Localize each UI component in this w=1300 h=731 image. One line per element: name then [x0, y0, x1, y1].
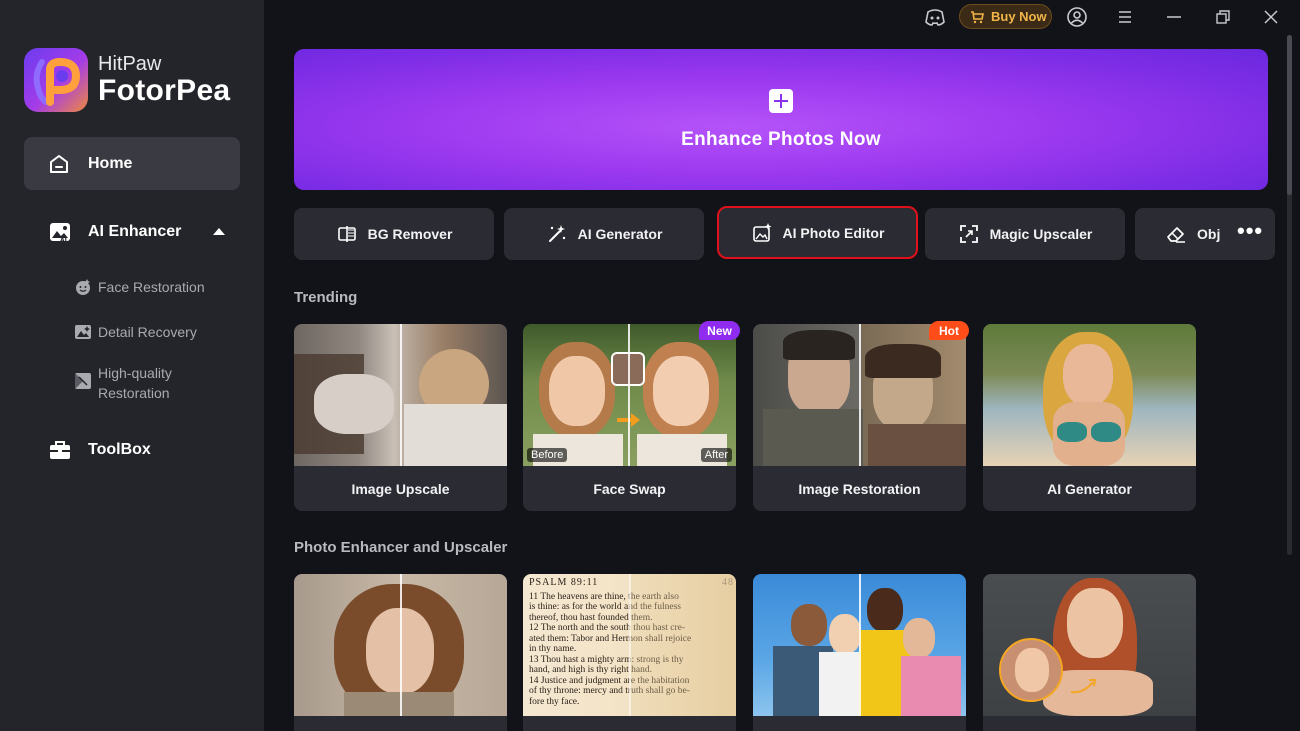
sub-item-label: Detail Recovery — [98, 324, 197, 340]
hero-title: Enhance Photos Now — [681, 128, 881, 150]
tool-label: AI Photo Editor — [782, 224, 885, 241]
sub-item-label-line1: High-quality — [98, 365, 172, 381]
face-swap-thumbnail: Before After — [523, 324, 736, 466]
hot-badge: Hot — [929, 321, 969, 340]
close-icon[interactable] — [1260, 6, 1282, 28]
ai-image-icon: AI — [50, 223, 70, 244]
sub-item-detail-recovery[interactable]: Detail Recovery — [74, 322, 197, 342]
tool-label: Obj — [1197, 226, 1221, 242]
card-image-restoration[interactable]: Image Restoration — [753, 324, 966, 511]
brand-line1: HitPaw — [98, 53, 162, 75]
nav-toolbox-label: ToolBox — [88, 441, 151, 458]
tool-magic-upscaler[interactable]: Magic Upscaler — [925, 208, 1125, 260]
card-image-upscale[interactable]: Image Upscale — [294, 324, 507, 511]
image-upscale-thumbnail — [294, 324, 507, 466]
bg-remover-icon — [337, 226, 356, 242]
restore-icon[interactable] — [1212, 6, 1234, 28]
add-plus-icon — [769, 88, 793, 113]
title-bar — [264, 0, 1300, 33]
nav-home[interactable]: Home — [24, 137, 240, 190]
section-title-photo-enhancer: Photo Enhancer and Upscaler — [294, 539, 508, 556]
svg-text:AI: AI — [60, 237, 67, 244]
discord-icon[interactable] — [924, 6, 946, 28]
sidebar: HitPaw FotorPea Home AI AI Enhancer Face… — [0, 0, 264, 731]
card-face-swap[interactable]: Before After Face Swap — [523, 324, 736, 511]
nav-ai-enhancer[interactable]: AI AI Enhancer — [48, 220, 181, 244]
sub-item-label: Face Restoration — [98, 279, 205, 295]
card-label: Face Swap — [593, 480, 666, 497]
nav-ai-enhancer-label: AI Enhancer — [88, 223, 182, 240]
detail-recovery-icon — [75, 325, 91, 339]
enhance-photos-now-banner[interactable]: Enhance Photos Now — [294, 49, 1268, 190]
section-title-trending: Trending — [294, 289, 358, 306]
face-enhance-thumbnail — [983, 574, 1196, 716]
portrait-enhance-thumbnail — [294, 574, 507, 716]
restoration-icon — [75, 373, 91, 389]
buy-now-button[interactable]: Buy Now — [959, 4, 1052, 29]
face-restore-icon — [76, 279, 90, 295]
scrollbar[interactable] — [1287, 35, 1292, 555]
brand-line2: FotorPea — [98, 74, 231, 107]
card-portrait-enhance[interactable] — [294, 574, 507, 731]
buy-now-label: Buy Now — [991, 9, 1047, 24]
card-label: Image Restoration — [798, 480, 921, 497]
chevron-up-icon[interactable] — [213, 228, 225, 235]
tool-ai-photo-editor[interactable]: AI Photo Editor — [717, 206, 918, 259]
sub-item-label-line2: Restoration — [98, 385, 170, 401]
new-badge: New — [699, 321, 740, 340]
before-tag: Before — [527, 448, 568, 462]
fotorpea-logo-icon — [24, 48, 88, 112]
app-logo: HitPaw FotorPea — [24, 48, 230, 112]
scrollbar-thumb[interactable] — [1287, 35, 1292, 195]
card-label: Image Upscale — [351, 480, 450, 497]
after-tag: After — [700, 448, 732, 462]
card-group-enhance[interactable] — [753, 574, 966, 731]
nav-toolbox[interactable]: ToolBox — [48, 438, 151, 462]
bible-page-thumbnail: PSALM 89:11 48 11 The heavens are thine,… — [523, 574, 736, 716]
photo-edit-icon — [752, 222, 772, 242]
tool-label: BG Remover — [367, 226, 453, 242]
card-label: AI Generator — [1047, 480, 1132, 497]
magic-wand-icon — [548, 225, 565, 242]
group-photo-thumbnail — [753, 574, 966, 716]
curved-arrow-icon — [1070, 679, 1097, 694]
nav-home-label: Home — [88, 154, 133, 172]
more-options-icon[interactable]: ••• — [1237, 220, 1262, 244]
eraser-icon — [1167, 227, 1185, 243]
tool-label: Magic Upscaler — [989, 226, 1093, 242]
ai-generator-thumbnail — [983, 324, 1196, 466]
home-icon — [50, 154, 68, 173]
menu-icon[interactable] — [1114, 6, 1136, 28]
image-restoration-thumbnail — [753, 324, 966, 466]
card-face-enhance[interactable] — [983, 574, 1196, 731]
tool-label: AI Generator — [577, 226, 663, 242]
sub-item-high-quality-restoration[interactable]: High-quality Restoration — [74, 363, 172, 403]
account-icon[interactable] — [1066, 6, 1088, 28]
tool-bg-remover[interactable]: BG Remover — [294, 208, 494, 260]
bible-heading: PSALM 89:11 — [529, 577, 599, 588]
card-text-enhance[interactable]: PSALM 89:11 48 11 The heavens are thine,… — [523, 574, 736, 731]
sub-item-face-restoration[interactable]: Face Restoration — [74, 277, 205, 297]
cart-icon — [971, 10, 984, 23]
minimize-icon[interactable] — [1163, 6, 1185, 28]
tool-ai-generator[interactable]: AI Generator — [504, 208, 704, 260]
card-ai-generator[interactable]: AI Generator — [983, 324, 1196, 511]
upscale-icon — [959, 225, 978, 243]
toolbox-icon — [50, 441, 70, 459]
